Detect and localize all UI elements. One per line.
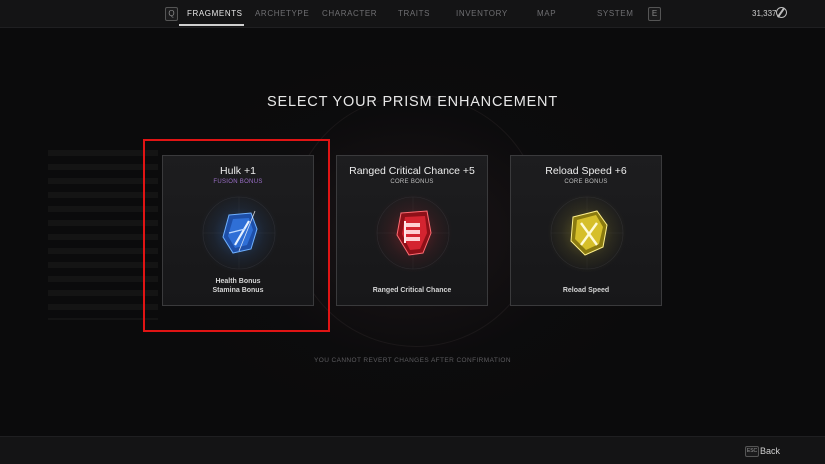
bottom-bar: ESC Back — [0, 436, 825, 464]
card-bonus-type: CORE BONUS — [564, 179, 608, 185]
card-bonus-type: CORE BONUS — [390, 179, 434, 185]
page-title: SELECT YOUR PRISM ENHANCEMENT — [267, 94, 558, 110]
card-description-line1: Reload Speed — [562, 287, 610, 294]
card-title: Ranged Critical Chance +5 — [349, 165, 475, 177]
tab-character[interactable]: CHARACTER — [322, 9, 377, 18]
tab-archetype[interactable]: ARCHETYPE — [255, 9, 309, 18]
tab-traits[interactable]: TRAITS — [398, 9, 430, 18]
top-navigation-bar: Q FRAGMENTS ARCHETYPE CHARACTER TRAITS I… — [0, 0, 825, 28]
back-button[interactable]: Back — [760, 446, 780, 456]
tab-inventory[interactable]: INVENTORY — [456, 9, 508, 18]
yellow-crystal-icon — [547, 193, 627, 273]
background-blurred-list — [48, 150, 158, 320]
card-description-line1: Ranged Critical Chance — [372, 287, 452, 294]
prev-tab-key[interactable]: Q — [165, 7, 178, 21]
next-tab-key[interactable]: E — [648, 7, 661, 21]
tab-fragments[interactable]: FRAGMENTS — [187, 9, 243, 18]
prism-card-reload-speed[interactable]: Reload Speed +6 CORE BONUS Reload Speed — [510, 155, 662, 306]
tab-system[interactable]: SYSTEM — [597, 9, 634, 18]
confirmation-warning: YOU CANNOT REVERT CHANGES AFTER CONFIRMA… — [314, 357, 511, 364]
currency-amount: 31,337 — [752, 9, 777, 18]
tab-map[interactable]: MAP — [537, 9, 556, 18]
esc-key-icon[interactable]: ESC — [745, 446, 759, 457]
selection-highlight — [143, 139, 330, 332]
card-title: Reload Speed +6 — [545, 165, 627, 177]
active-tab-indicator — [179, 24, 244, 26]
red-crystal-icon — [373, 193, 453, 273]
scrap-icon — [776, 7, 787, 18]
prism-card-ranged-critical-chance[interactable]: Ranged Critical Chance +5 CORE BONUS Ran… — [336, 155, 488, 306]
